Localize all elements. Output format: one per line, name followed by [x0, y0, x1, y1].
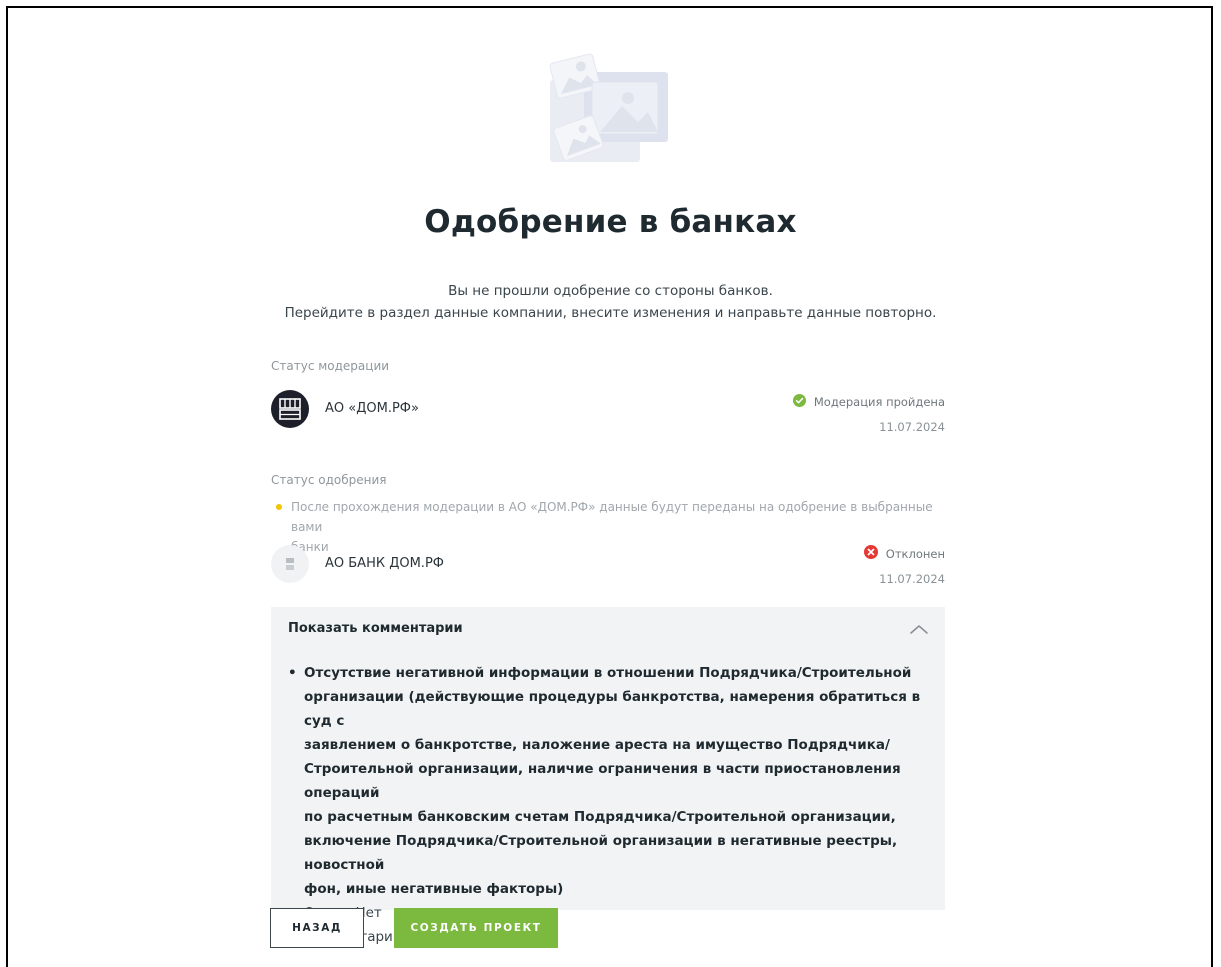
comment-question-line: организации (действующие процедуры банкр…: [304, 689, 921, 729]
moderation-status: Модерация пройдена 11.07.2024: [792, 394, 945, 434]
domrf-logo: [271, 390, 309, 428]
check-circle-icon: [792, 394, 806, 410]
comment-question-line: заявлением о банкротстве, наложение арес…: [304, 737, 890, 753]
comment-question-line: Отсутствие негативной информации в отнош…: [304, 665, 912, 681]
subtitle-line-2: Перейдите в раздел данные компании, внес…: [284, 305, 937, 321]
comment-item: • Отсутствие негативной информации в отн…: [288, 661, 938, 949]
images-placeholder-icon: [546, 52, 672, 168]
comment-question-line: фон, иные негативные факторы): [304, 881, 564, 897]
comment-question-line: включение Подрядчика/Строительной органи…: [304, 833, 898, 873]
moderation-date: 11.07.2024: [879, 420, 945, 434]
approval-note: После прохождения модерации в АО «ДОМ.РФ…: [271, 497, 951, 557]
page-title: Одобрение в банках: [424, 204, 797, 240]
approval-status: Отклонен 11.07.2024: [863, 545, 945, 586]
info-dot-icon: [276, 504, 282, 510]
create-project-button[interactable]: СОЗДАТЬ ПРОЕКТ: [394, 908, 558, 948]
approval-date: 11.07.2024: [879, 572, 945, 586]
subtitle-line-1: Вы не прошли одобрение со стороны банков…: [448, 283, 773, 299]
moderation-status-label: Статус модерации: [271, 359, 390, 373]
back-button[interactable]: НАЗАД: [270, 908, 364, 948]
approval-note-line-1: После прохождения модерации в АО «ДОМ.РФ…: [291, 500, 933, 534]
approval-status-text: Отклонен: [885, 546, 945, 561]
chevron-up-icon[interactable]: [909, 621, 929, 635]
approval-note-line-2: банки: [291, 540, 329, 554]
moderation-org-name: АО «ДОМ.РФ»: [325, 401, 419, 416]
bank-name: АО БАНК ДОМ.РФ: [325, 556, 444, 571]
approval-status-label: Статус одобрения: [271, 473, 387, 487]
bank-logo: [271, 545, 309, 583]
comment-question-line: Строительной организации, наличие ограни…: [304, 761, 901, 801]
close-circle-icon: [863, 545, 878, 562]
comment-question-line: по расчетным банковским счетам Подрядчик…: [304, 809, 896, 825]
comments-toggle-label: Показать комментарии: [288, 621, 463, 636]
bullet-icon: •: [288, 665, 297, 681]
moderation-status-text: Модерация пройдена: [813, 395, 945, 409]
